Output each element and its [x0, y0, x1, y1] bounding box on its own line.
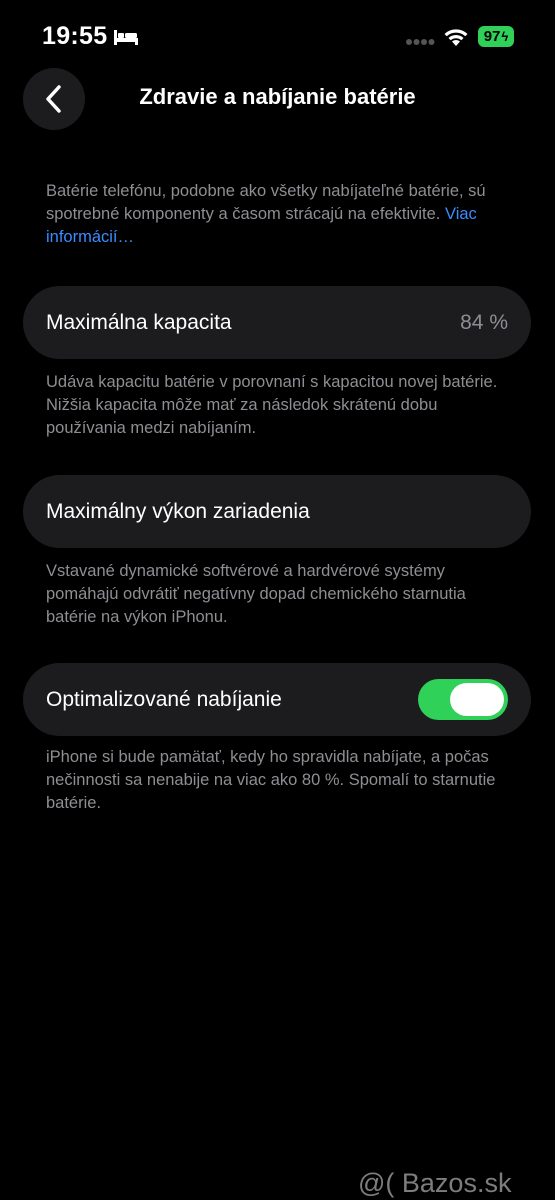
optimized-charging-label: Optimalizované nabíjanie: [46, 688, 282, 711]
toggle-knob: [450, 683, 504, 716]
optimized-charging-cell: Optimalizované nabíjanie: [23, 663, 531, 736]
sleep-bed-icon: [114, 30, 138, 45]
optimized-charging-footer: iPhone si bude pamätať, kedy ho spravidl…: [46, 748, 496, 812]
intro-description: Batérie telefónu, podobne ako všetky nab…: [46, 180, 516, 249]
bazos-watermark: @( Bazos.sk: [358, 1168, 512, 1198]
chevron-left-icon: [46, 85, 61, 113]
wifi-icon: [444, 29, 468, 46]
peak-performance-footer: Vstavané dynamické softvérové a hardvéro…: [46, 562, 466, 626]
peak-performance-cell[interactable]: Maximálny výkon zariadenia: [23, 475, 531, 548]
status-time: 19:55: [42, 22, 108, 50]
back-button[interactable]: [23, 68, 85, 130]
intro-text: Batérie telefónu, podobne ako všetky nab…: [46, 182, 486, 223]
max-capacity-footer: Udáva kapacitu batérie v porovnaní s kap…: [46, 373, 498, 437]
optimized-charging-toggle[interactable]: [418, 679, 508, 720]
max-capacity-cell: Maximálna kapacita 84 %: [23, 286, 531, 359]
charging-bolt-icon: ϟ: [501, 29, 509, 44]
page-title: Zdravie a nabíjanie batérie: [139, 84, 416, 109]
max-capacity-label: Maximálna kapacita: [46, 311, 232, 334]
battery-level: 97: [483, 28, 501, 45]
status-bar: 19:55 97 ϟ: [0, 0, 555, 70]
cellular-signal-icon: [406, 39, 435, 45]
battery-indicator: 97 ϟ: [478, 26, 514, 47]
peak-performance-label: Maximálny výkon zariadenia: [46, 500, 310, 523]
max-capacity-value: 84 %: [460, 311, 508, 334]
